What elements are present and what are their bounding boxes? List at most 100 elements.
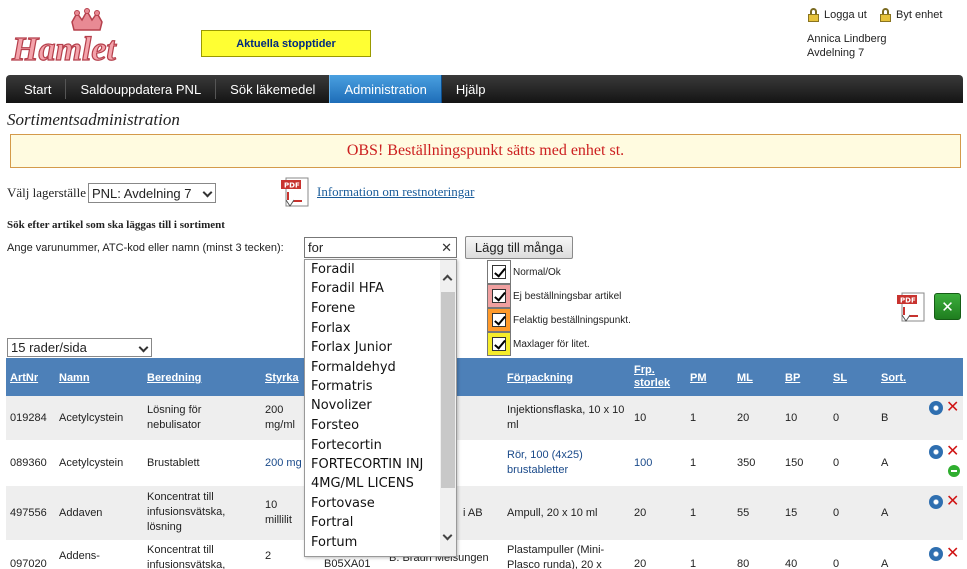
col-sort[interactable]: Sort. bbox=[881, 372, 906, 385]
pdf-export-icon[interactable]: PDF bbox=[896, 291, 928, 325]
rows-per-page-value: 15 rader/sida bbox=[11, 340, 87, 355]
info-restnoteringar-link[interactable]: Information om restnoteringar bbox=[317, 184, 474, 200]
autocomplete-item[interactable]: Fortral bbox=[311, 515, 353, 530]
cell-pm: 1 bbox=[690, 558, 697, 569]
cell-frp: 20 bbox=[634, 558, 647, 569]
autocomplete-item[interactable]: Forene bbox=[311, 301, 355, 316]
autocomplete-item[interactable]: Formaldehyd bbox=[311, 360, 396, 375]
user-unit: Avdelning 7 bbox=[807, 47, 865, 59]
excel-export-icon[interactable]: ✕ bbox=[934, 293, 961, 320]
delete-x-icon[interactable]: ✕ bbox=[946, 494, 959, 510]
restnotering-badge-icon[interactable] bbox=[948, 465, 960, 477]
delete-x-icon[interactable]: ✕ bbox=[946, 546, 959, 562]
autocomplete-item[interactable]: Foradil bbox=[311, 262, 355, 277]
nav-start[interactable]: Start bbox=[6, 75, 65, 103]
autocomplete-item[interactable]: 4MG/ML LICENS bbox=[311, 476, 414, 491]
cell-sort: A bbox=[881, 457, 889, 469]
col-ml[interactable]: ML bbox=[737, 372, 753, 385]
settings-gear-icon[interactable] bbox=[929, 547, 943, 561]
col-sl[interactable]: SL bbox=[833, 372, 847, 385]
cell-namn: Acetylcystein bbox=[59, 457, 124, 469]
table-row[interactable]: 019284 Acetylcystein Lösning för nebulis… bbox=[6, 396, 963, 440]
logout-link[interactable]: Logga ut bbox=[808, 8, 867, 22]
legend-ej-bestallningsbar: Ej beställningsbar artikel bbox=[487, 284, 621, 308]
lager-select[interactable]: PNL: Avdelning 7 bbox=[88, 183, 216, 203]
cell-forpackning: Injektionsflaska, 10 x 10 ml bbox=[507, 404, 625, 431]
autocomplete-item[interactable]: Fortum bbox=[311, 535, 357, 550]
scroll-down-icon[interactable] bbox=[442, 530, 453, 541]
cell-pm: 1 bbox=[690, 507, 697, 519]
table-row[interactable]: 097020 Addens- Koncentrat till infusions… bbox=[6, 540, 963, 569]
autocomplete-item[interactable]: Novolizer bbox=[311, 398, 372, 413]
col-bp[interactable]: BP bbox=[785, 372, 800, 385]
cell-bp: 150 bbox=[785, 457, 804, 469]
cell-atc: B05XA01 bbox=[324, 558, 371, 569]
checkbox-checked-icon[interactable] bbox=[492, 289, 506, 303]
col-beredning[interactable]: Beredning bbox=[147, 372, 201, 385]
checkbox-checked-icon[interactable] bbox=[492, 265, 506, 279]
rows-per-page-select[interactable]: 15 rader/sida bbox=[7, 338, 152, 357]
table-row[interactable]: 089360 Acetylcystein Brustablett 200 mg … bbox=[6, 440, 963, 486]
nav-hjalp[interactable]: Hjälp bbox=[442, 75, 500, 103]
delete-x-icon[interactable]: ✕ bbox=[946, 400, 959, 416]
checkbox-checked-icon[interactable] bbox=[492, 313, 506, 327]
stop-times-button[interactable]: Aktuella stopptider bbox=[201, 30, 371, 57]
cell-bp: 15 bbox=[785, 507, 798, 519]
table-row[interactable]: 497556 Addaven Koncentrat till infusions… bbox=[6, 486, 963, 540]
nav-sok-lakemedel[interactable]: Sök läkemedel bbox=[216, 75, 329, 103]
cell-bp: 10 bbox=[785, 412, 798, 424]
autocomplete-item[interactable]: Forlax bbox=[311, 321, 351, 336]
cell-styrka: 200 mg bbox=[265, 457, 302, 469]
autocomplete-item[interactable]: Formatris bbox=[311, 379, 373, 394]
hamlet-logo[interactable]: Hamlet bbox=[10, 8, 160, 70]
search-input-value: for bbox=[308, 240, 324, 255]
cell-sl: 0 bbox=[833, 507, 840, 519]
cell-sort: B bbox=[881, 412, 889, 424]
checkbox-checked-icon[interactable] bbox=[492, 337, 506, 351]
delete-x-icon[interactable]: ✕ bbox=[946, 444, 959, 460]
cell-namn: Addaven bbox=[59, 507, 103, 519]
clear-icon[interactable]: ✕ bbox=[441, 240, 452, 256]
cell-beredning: Brustablett bbox=[147, 457, 200, 469]
col-artnr[interactable]: ArtNr bbox=[10, 372, 38, 385]
col-frp-storlek[interactable]: Frp. storlek bbox=[634, 364, 682, 390]
autocomplete-item[interactable]: Fortovase bbox=[311, 496, 375, 511]
cell-bp: 40 bbox=[785, 558, 798, 569]
cell-pm: 1 bbox=[690, 412, 697, 424]
user-info: Annica Lindberg Avdelning 7 bbox=[807, 32, 887, 60]
cell-beredning: Lösning för nebulisator bbox=[147, 404, 202, 431]
col-styrka[interactable]: Styrka bbox=[265, 372, 299, 385]
autocomplete-item[interactable]: Fortecortin bbox=[311, 438, 382, 453]
add-many-button[interactable]: Lägg till många bbox=[465, 236, 573, 259]
autocomplete-dropdown: Foradil Foradil HFA Forene Forlax Forlax… bbox=[304, 259, 457, 557]
cell-pm: 1 bbox=[690, 457, 697, 469]
settings-gear-icon[interactable] bbox=[929, 401, 943, 415]
pdf-icon[interactable]: PDF bbox=[280, 176, 312, 210]
cell-sort: A bbox=[881, 558, 889, 569]
autocomplete-item[interactable]: FORTECORTIN INJ bbox=[311, 457, 423, 472]
col-forpackning[interactable]: Förpackning bbox=[507, 372, 573, 385]
cell-frp: 100 bbox=[634, 457, 653, 469]
lager-label: Välj lagerställe bbox=[7, 185, 87, 200]
cell-artnr: 097020 bbox=[10, 558, 47, 569]
autocomplete-scrollbar[interactable] bbox=[440, 260, 456, 556]
cell-frp: 10 bbox=[634, 412, 647, 424]
logo-text: Hamlet bbox=[11, 31, 117, 68]
autocomplete-item[interactable]: Forsteo bbox=[311, 418, 359, 433]
settings-gear-icon[interactable] bbox=[929, 445, 943, 459]
search-input[interactable]: for ✕ bbox=[304, 237, 457, 258]
lock-icon bbox=[808, 8, 819, 22]
change-unit-link[interactable]: Byt enhet bbox=[880, 8, 942, 22]
nav-administration[interactable]: Administration bbox=[329, 75, 442, 103]
scrollbar-thumb[interactable] bbox=[441, 292, 455, 488]
cell-forpackning: Plastampuller (Mini-Plasco runda), 20 x bbox=[507, 544, 605, 569]
nav-saldouppdatera[interactable]: Saldouppdatera PNL bbox=[66, 75, 215, 103]
col-namn[interactable]: Namn bbox=[59, 372, 90, 385]
col-pm[interactable]: PM bbox=[690, 372, 707, 385]
cell-ml: 20 bbox=[737, 412, 750, 424]
autocomplete-item[interactable]: Foradil HFA bbox=[311, 281, 384, 296]
autocomplete-item[interactable]: Forlax Junior bbox=[311, 340, 392, 355]
settings-gear-icon[interactable] bbox=[929, 495, 943, 509]
cell-sl: 0 bbox=[833, 412, 840, 424]
scroll-up-icon[interactable] bbox=[442, 274, 453, 285]
